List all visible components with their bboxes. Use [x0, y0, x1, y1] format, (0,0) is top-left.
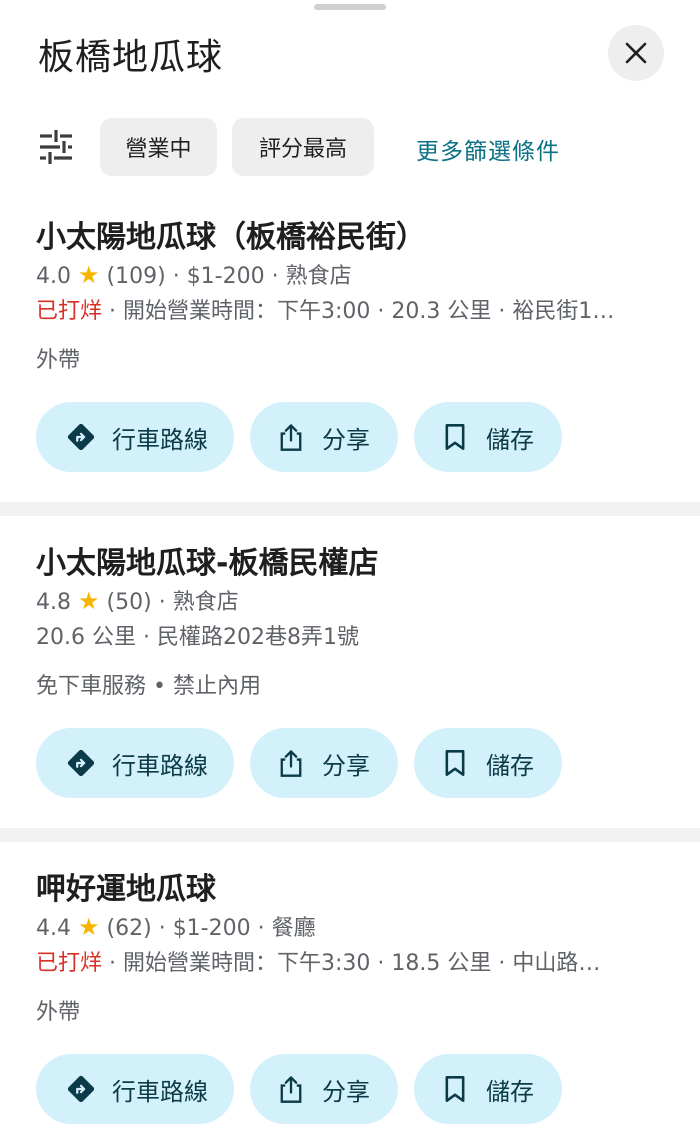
directions-label: 行車路線 — [112, 1077, 208, 1106]
price-range: $1-200 — [172, 916, 251, 941]
save-button[interactable]: 儲存 — [414, 402, 562, 472]
opening-hours: 開始營業時間：下午3:00 — [123, 299, 371, 324]
share-icon — [280, 1076, 302, 1103]
directions-label: 行車路線 — [112, 425, 208, 454]
address: 裕民街1… — [512, 299, 615, 324]
rating-value: 4.0 — [36, 264, 71, 289]
share-icon — [280, 750, 302, 777]
share-label: 分享 — [322, 751, 370, 780]
filter-sliders-icon[interactable] — [38, 130, 74, 164]
review-count: (62) — [106, 916, 152, 941]
share-icon — [280, 424, 302, 451]
share-label: 分享 — [322, 425, 370, 454]
place-name[interactable]: 小太陽地瓜球（板橋裕民街） — [36, 212, 426, 256]
close-button[interactable] — [608, 25, 664, 81]
directions-label: 行車路線 — [112, 751, 208, 780]
save-label: 儲存 — [486, 425, 534, 454]
directions-button[interactable]: 行車路線 — [36, 1054, 234, 1124]
filter-chip-open-now[interactable]: 營業中 — [100, 118, 217, 176]
save-label: 儲存 — [486, 1077, 534, 1106]
result-card[interactable]: 小太陽地瓜球（板橋裕民街） 4.0 ★ (109) · $1-200 · 熟食店… — [0, 196, 700, 506]
filter-chip-top-rated[interactable]: 評分最高 — [232, 118, 374, 176]
rating-line: 4.8 ★ (50) · 熟食店 — [36, 587, 239, 615]
review-count: (109) — [106, 264, 166, 289]
place-category: 熟食店 — [172, 590, 239, 615]
star-icon: ★ — [78, 587, 100, 615]
rating-value: 4.8 — [36, 590, 71, 615]
place-category: 餐廳 — [271, 916, 316, 941]
opening-hours: 開始營業時間：下午3:30 — [123, 951, 371, 976]
directions-icon — [67, 749, 95, 777]
service-options: 外帶 — [36, 1000, 81, 1025]
bookmark-icon — [445, 1076, 465, 1102]
status-line: 已打烊 · 開始營業時間：下午3:30 · 18.5 公里 · 中山路… — [36, 951, 601, 976]
distance: 20.3 公里 — [391, 299, 492, 324]
result-divider — [0, 828, 700, 842]
rating-value: 4.4 — [36, 916, 71, 941]
price-range: $1-200 — [186, 264, 265, 289]
place-category: 熟食店 — [285, 264, 352, 289]
bookmark-icon — [445, 424, 465, 450]
address: 民權路202巷8弄1號 — [156, 625, 359, 650]
address: 中山路… — [512, 951, 601, 976]
service-options: 外帶 — [36, 348, 81, 373]
share-button[interactable]: 分享 — [250, 1054, 398, 1124]
status-line: 已打烊 · 開始營業時間：下午3:00 · 20.3 公里 · 裕民街1… — [36, 299, 615, 324]
search-title[interactable]: 板橋地瓜球 — [38, 28, 223, 80]
directions-button[interactable]: 行車路線 — [36, 402, 234, 472]
open-status: 已打烊 — [36, 951, 103, 976]
distance: 20.6 公里 — [36, 625, 136, 650]
result-card[interactable]: 小太陽地瓜球-板橋民權店 4.8 ★ (50) · 熟食店 20.6 公里 · … — [0, 522, 700, 828]
bookmark-icon — [445, 750, 465, 776]
result-divider — [0, 502, 700, 516]
more-filters-link[interactable]: 更多篩選條件 — [416, 132, 560, 166]
location-line: 20.6 公里 · 民權路202巷8弄1號 — [36, 625, 359, 650]
review-count: (50) — [106, 590, 152, 615]
save-label: 儲存 — [486, 751, 534, 780]
star-icon: ★ — [78, 261, 100, 289]
distance: 18.5 公里 — [391, 951, 492, 976]
share-button[interactable]: 分享 — [250, 402, 398, 472]
rating-line: 4.0 ★ (109) · $1-200 · 熟食店 — [36, 261, 352, 289]
save-button[interactable]: 儲存 — [414, 728, 562, 798]
place-name[interactable]: 小太陽地瓜球-板橋民權店 — [36, 538, 378, 582]
directions-icon — [67, 423, 95, 451]
directions-button[interactable]: 行車路線 — [36, 728, 234, 798]
place-name[interactable]: 呷好運地瓜球 — [36, 864, 216, 908]
share-label: 分享 — [322, 1077, 370, 1106]
close-icon — [625, 42, 647, 64]
rating-line: 4.4 ★ (62) · $1-200 · 餐廳 — [36, 913, 316, 941]
filter-bar: 營業中 評分最高 更多篩選條件 — [0, 118, 700, 176]
open-status: 已打烊 — [36, 299, 103, 324]
save-button[interactable]: 儲存 — [414, 1054, 562, 1124]
star-icon: ★ — [78, 913, 100, 941]
service-options: 免下車服務 • 禁止內用 — [36, 674, 261, 699]
directions-icon — [67, 1075, 95, 1103]
header: 板橋地瓜球 — [0, 0, 700, 100]
result-card[interactable]: 呷好運地瓜球 4.4 ★ (62) · $1-200 · 餐廳 已打烊 · 開始… — [0, 848, 700, 1148]
share-button[interactable]: 分享 — [250, 728, 398, 798]
